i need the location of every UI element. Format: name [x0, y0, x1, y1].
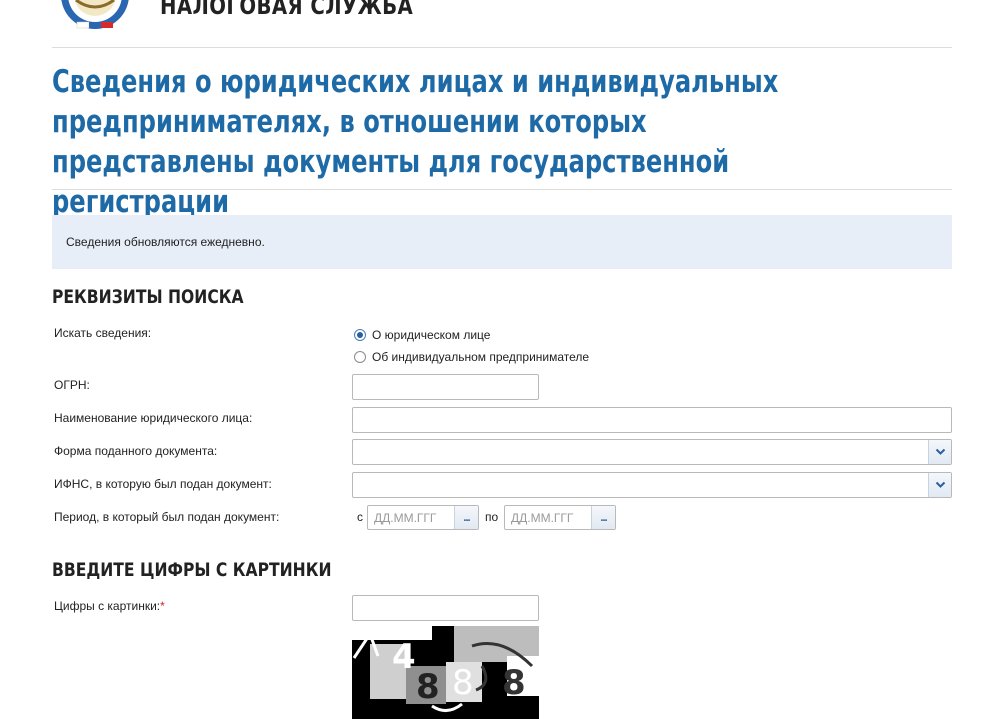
period-from-calendar-button[interactable]: ... [454, 506, 478, 529]
radio-legal-entity-label: О юридическом лице [372, 328, 491, 342]
ogrn-label: ОГРН: [54, 378, 90, 392]
captcha-label: Цифры с картинки:* [54, 599, 165, 613]
captcha-digit: 8 [416, 667, 440, 707]
period-from-prefix: с [357, 510, 363, 524]
period-from-input[interactable] [368, 506, 468, 529]
info-notice: Сведения обновляются ежедневно. [52, 215, 952, 269]
period-from-field[interactable]: ... [367, 505, 479, 530]
ifns-select[interactable] [352, 472, 952, 498]
radio-individual-entrepreneur[interactable]: Об индивидуальном предпринимателе [354, 350, 589, 364]
required-mark: * [160, 599, 165, 613]
captcha-input[interactable] [352, 595, 539, 621]
notice-text: Сведения обновляются ежедневно. [66, 235, 265, 249]
ogrn-input[interactable] [352, 374, 539, 400]
captcha-graphic: 4 8 8 8 [352, 626, 539, 719]
radio-individual-entrepreneur-label: Об индивидуальном предпринимателе [372, 350, 590, 364]
doc-form-select[interactable] [352, 439, 952, 465]
captcha-image: 4 8 8 8 [352, 626, 539, 719]
ifns-label: ИФНС, в которую был подан документ: [54, 477, 272, 491]
period-to-input[interactable] [505, 506, 605, 529]
doc-form-dropdown-button[interactable] [928, 440, 951, 464]
radio-individual-entrepreneur-circle[interactable] [354, 351, 366, 363]
period-to-prefix: по [485, 510, 499, 524]
captcha-section-title: ВВЕДИТЕ ЦИФРЫ С КАРТИНКИ [52, 559, 332, 581]
fns-emblem-logo[interactable] [52, 0, 138, 32]
radio-legal-entity-circle[interactable] [354, 329, 366, 341]
radio-legal-entity[interactable]: О юридическом лице [354, 328, 490, 342]
service-name: НАЛОГОВАЯ СЛУЖБА [160, 0, 414, 20]
entity-name-label: Наименование юридического лица: [54, 411, 253, 425]
captcha-digit: 8 [452, 663, 474, 703]
search-for-label: Искать сведения: [54, 326, 152, 340]
chevron-down-icon [935, 448, 945, 455]
header-divider [52, 47, 952, 48]
doc-form-label: Форма поданного документа: [54, 444, 218, 458]
period-to-calendar-button[interactable]: ... [591, 506, 615, 529]
period-label: Период, в который был подан документ: [54, 510, 280, 524]
captcha-digit: 4 [392, 637, 416, 677]
search-section-title: РЕКВИЗИТЫ ПОИСКА [52, 286, 244, 308]
captcha-label-text: Цифры с картинки: [54, 599, 161, 613]
captcha-digit: 8 [502, 663, 526, 703]
entity-name-input[interactable] [352, 407, 952, 433]
period-to-field[interactable]: ... [504, 505, 616, 530]
chevron-down-icon [935, 481, 945, 488]
page-title: Сведения о юридических лицах и индивидуа… [52, 64, 779, 220]
title-divider [52, 189, 952, 190]
ifns-dropdown-button[interactable] [928, 473, 951, 497]
